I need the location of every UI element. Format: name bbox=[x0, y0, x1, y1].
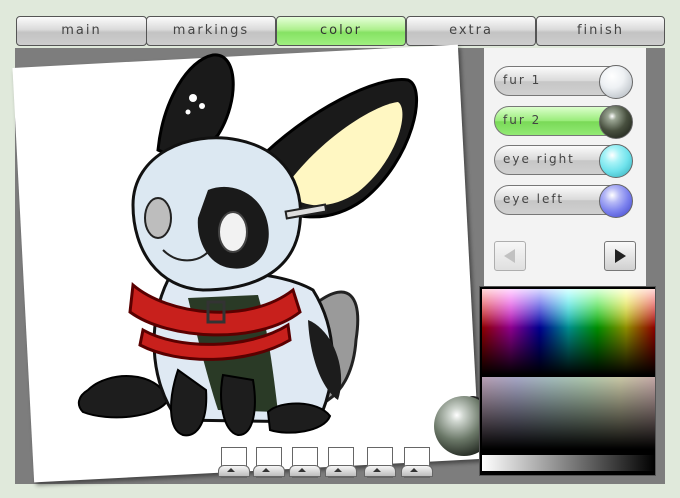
triangle-right-icon bbox=[615, 249, 626, 263]
swatch-orb-icon[interactable] bbox=[599, 105, 633, 139]
page-tab[interactable] bbox=[218, 447, 250, 478]
brightness-slider[interactable] bbox=[482, 455, 655, 471]
slot-label: fur 1 bbox=[503, 73, 542, 87]
slot-label: eye left bbox=[503, 192, 565, 206]
hue-spectrum[interactable] bbox=[482, 289, 655, 375]
saturation-field[interactable] bbox=[482, 377, 655, 449]
color-slot-fur-1[interactable]: fur 1 bbox=[494, 65, 633, 99]
slot-label: fur 2 bbox=[503, 113, 542, 127]
arrow-up-icon bbox=[410, 468, 418, 472]
color-slot-fur-2[interactable]: fur 2 bbox=[494, 105, 633, 139]
tab-finish[interactable]: finish bbox=[536, 16, 665, 46]
prev-page-button[interactable] bbox=[494, 241, 526, 271]
page-tab[interactable] bbox=[253, 447, 285, 478]
hind-paw bbox=[266, 402, 332, 434]
color-slot-eye-left[interactable]: eye left bbox=[494, 184, 633, 218]
triangle-left-icon bbox=[504, 249, 515, 263]
swatch-orb-icon[interactable] bbox=[599, 144, 633, 178]
page-tab[interactable] bbox=[325, 447, 357, 478]
slot-label: eye right bbox=[503, 152, 575, 166]
front-leg-right bbox=[220, 373, 256, 437]
page-tab[interactable] bbox=[401, 447, 433, 478]
bunny-character bbox=[77, 53, 419, 437]
color-slot-eye-right[interactable]: eye right bbox=[494, 144, 633, 178]
back-leg bbox=[77, 375, 170, 419]
arrow-up-icon bbox=[262, 468, 270, 472]
swatch-orb-icon[interactable] bbox=[599, 65, 633, 99]
arrow-up-icon bbox=[373, 468, 381, 472]
page-tab[interactable] bbox=[289, 447, 321, 478]
arrow-up-icon bbox=[227, 468, 235, 472]
arrow-up-icon bbox=[334, 468, 342, 472]
swatch-orb-icon[interactable] bbox=[599, 184, 633, 218]
next-page-button[interactable] bbox=[604, 241, 636, 271]
arrow-up-icon bbox=[298, 468, 306, 472]
eye-left bbox=[218, 211, 248, 253]
color-slot-panel: fur 1 fur 2 eye right eye left bbox=[484, 48, 646, 288]
eye-right bbox=[144, 197, 172, 239]
page-tab[interactable] bbox=[364, 447, 396, 478]
dress-up-app: main markings color extra finish fur 1 f… bbox=[0, 0, 680, 498]
color-picker[interactable] bbox=[479, 286, 656, 476]
